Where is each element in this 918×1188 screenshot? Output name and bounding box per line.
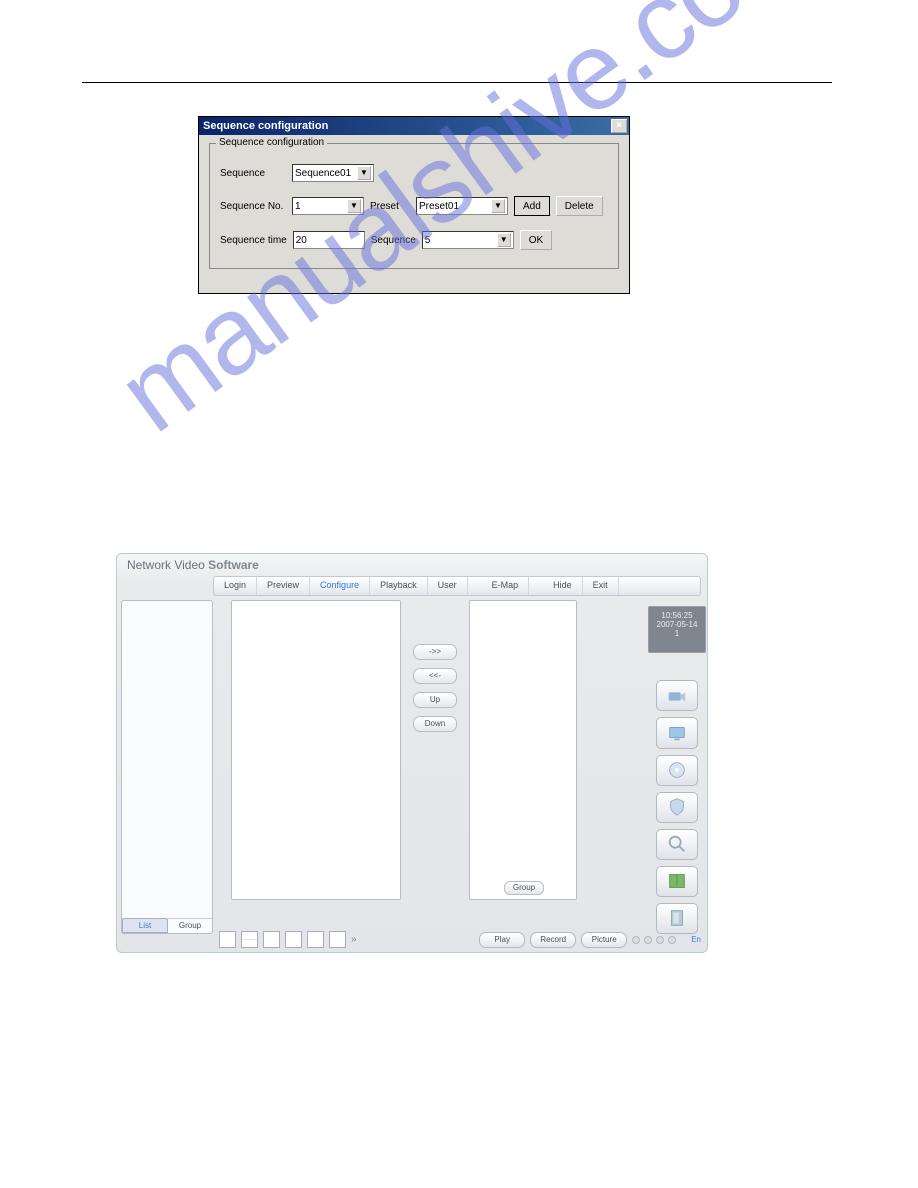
sequence2-select[interactable]: 5 ▼ xyxy=(422,231,514,249)
camera-icon[interactable] xyxy=(656,680,698,711)
status-dot xyxy=(668,936,676,944)
preset-select[interactable]: Preset01 ▼ xyxy=(416,197,508,215)
app-title: Network Video Software xyxy=(117,554,707,576)
footer-bar: » Play Record Picture En xyxy=(219,931,701,948)
status-dot xyxy=(656,936,664,944)
grid-16b-icon[interactable] xyxy=(329,931,346,948)
sequence-time-input[interactable]: 20 xyxy=(293,231,365,249)
status-dot xyxy=(632,936,640,944)
delete-button[interactable]: Delete xyxy=(556,196,603,216)
menubar: Login Preview Configure Playback User E-… xyxy=(213,576,701,596)
record-button[interactable]: Record xyxy=(530,932,576,948)
clock-date: 2007-05-14 xyxy=(649,620,705,629)
move-left-button[interactable]: <<- xyxy=(413,668,457,684)
group-button[interactable]: Group xyxy=(504,881,544,895)
disc-icon[interactable] xyxy=(656,755,698,786)
chevron-down-icon: ▼ xyxy=(347,199,361,213)
ok-button[interactable]: OK xyxy=(520,230,552,250)
sequence-time-value: 20 xyxy=(296,235,307,246)
transfer-pane: ->> <<- Up Down xyxy=(405,600,465,900)
chevron-down-icon: ▼ xyxy=(357,166,371,180)
sequence2-value: 5 xyxy=(425,235,431,246)
shield-icon[interactable] xyxy=(656,792,698,823)
status-dots xyxy=(632,936,676,944)
side-tree-panel: List Group xyxy=(121,600,213,934)
sequence-config-dialog: Sequence configuration × Sequence config… xyxy=(198,116,630,294)
door-icon[interactable] xyxy=(656,903,698,934)
grid-6-icon[interactable] xyxy=(285,931,302,948)
sequence-config-fieldset: Sequence configuration Sequence Sequence… xyxy=(209,143,619,269)
tab-group[interactable]: Group xyxy=(168,918,212,933)
sequence-label: Sequence xyxy=(220,168,286,179)
close-icon[interactable]: × xyxy=(611,119,627,133)
lang-en[interactable]: En xyxy=(691,935,701,944)
picture-button[interactable]: Picture xyxy=(581,932,627,948)
nvs-app-window: Network Video Software Login Preview Con… xyxy=(116,553,708,953)
dialog-title: Sequence configuration xyxy=(203,120,328,132)
move-down-button[interactable]: Down xyxy=(413,716,457,732)
sequence-no-label: Sequence No. xyxy=(220,201,286,212)
sequence-time-label: Sequence time xyxy=(220,235,287,246)
menu-playback[interactable]: Playback xyxy=(370,577,428,595)
menu-exit[interactable]: Exit xyxy=(583,577,619,595)
sequence-value: Sequence01 xyxy=(295,168,351,179)
menu-login[interactable]: Login xyxy=(214,577,257,595)
menu-preview[interactable]: Preview xyxy=(257,577,310,595)
chevron-down-icon: ▼ xyxy=(497,233,511,247)
menu-user[interactable]: User xyxy=(428,577,468,595)
chevron-down-icon: ▼ xyxy=(491,199,505,213)
menu-configure[interactable]: Configure xyxy=(310,577,370,595)
target-list-pane[interactable]: Group xyxy=(469,600,577,900)
move-right-button[interactable]: ->> xyxy=(413,644,457,660)
dialog-titlebar[interactable]: Sequence configuration × xyxy=(199,117,629,135)
grid-1-icon[interactable] xyxy=(219,931,236,948)
grid-9-icon[interactable] xyxy=(263,931,280,948)
sequence2-label: Sequence xyxy=(371,235,416,246)
grid-more-icon[interactable]: » xyxy=(351,934,357,945)
sequence-no-value: 1 xyxy=(295,201,301,212)
fieldset-legend: Sequence configuration xyxy=(216,137,327,148)
menu-hide[interactable]: Hide xyxy=(543,577,583,595)
preset-value: Preset01 xyxy=(419,201,459,212)
source-list-pane[interactable] xyxy=(231,600,401,900)
play-button[interactable]: Play xyxy=(479,932,525,948)
add-button[interactable]: Add xyxy=(514,196,550,216)
sequence-no-select[interactable]: 1 ▼ xyxy=(292,197,364,215)
title-b: Software xyxy=(208,558,259,572)
menu-emap[interactable]: E-Map xyxy=(482,577,530,595)
search-icon[interactable] xyxy=(656,829,698,860)
book-icon[interactable] xyxy=(656,866,698,897)
preset-label: Preset xyxy=(370,201,410,212)
title-a: Network Video xyxy=(127,558,205,572)
grid-4-icon[interactable] xyxy=(241,931,258,948)
clock-time: 10:56:25 xyxy=(649,611,705,620)
tab-list[interactable]: List xyxy=(122,918,168,933)
clock-display: 10:56:25 2007-05-14 1 xyxy=(648,606,706,653)
move-up-button[interactable]: Up xyxy=(413,692,457,708)
sequence-select[interactable]: Sequence01 ▼ xyxy=(292,164,374,182)
status-dot xyxy=(644,936,652,944)
right-toolbar: 10:56:25 2007-05-14 1 xyxy=(653,600,701,934)
monitor-icon[interactable] xyxy=(656,717,698,748)
horizontal-rule xyxy=(82,82,832,83)
clock-line3: 1 xyxy=(649,629,705,638)
grid-16a-icon[interactable] xyxy=(307,931,324,948)
